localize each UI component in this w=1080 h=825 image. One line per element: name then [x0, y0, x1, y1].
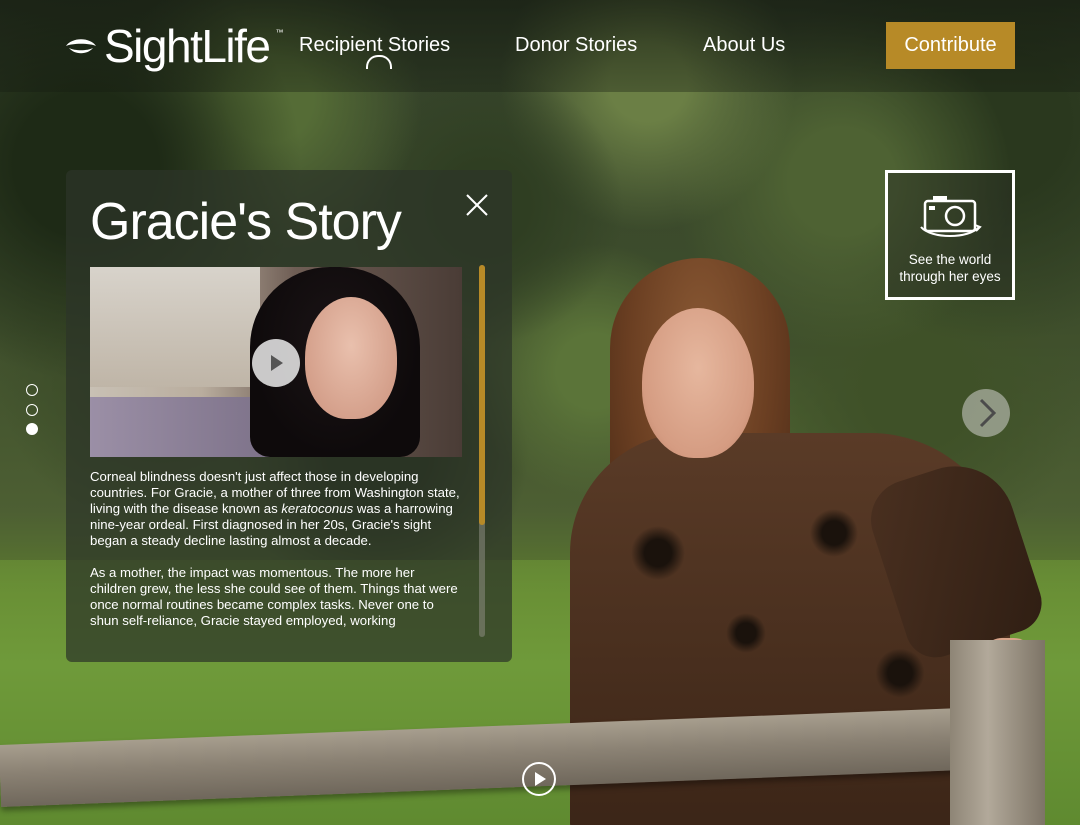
- next-slide-button[interactable]: [962, 389, 1010, 437]
- story-video[interactable]: [90, 267, 462, 457]
- story-scrollbar-thumb[interactable]: [479, 265, 485, 525]
- contribute-button[interactable]: Contribute: [886, 22, 1015, 69]
- story-paragraph-2: As a mother, the impact was momentous. T…: [90, 565, 458, 628]
- video-play-button[interactable]: [252, 339, 300, 387]
- story-paragraph-1: Corneal blindness doesn't just affect th…: [90, 469, 462, 549]
- nav-donor-stories[interactable]: Donor Stories: [515, 34, 637, 57]
- see-world-button[interactable]: See the world through her eyes: [885, 170, 1015, 300]
- story-paragraph-1-emphasis: keratoconus: [281, 501, 354, 516]
- play-circle-icon: [535, 772, 546, 786]
- play-icon: [271, 355, 283, 371]
- logo-wordmark: SightLife: [104, 20, 271, 72]
- face: [642, 308, 754, 458]
- story-text: Corneal blindness doesn't just affect th…: [90, 469, 462, 639]
- slide-dot-1[interactable]: [26, 384, 38, 396]
- fence-post: [950, 640, 1045, 825]
- story-panel: Gracie's Story Corneal blindness doesn't…: [66, 170, 512, 662]
- nav-about-us[interactable]: About Us: [703, 34, 785, 57]
- slide-dot-2[interactable]: [26, 404, 38, 416]
- active-nav-indicator: [366, 55, 392, 69]
- sightlife-logo[interactable]: SightLife ™: [64, 20, 284, 72]
- slide-dot-3-active[interactable]: [26, 423, 38, 435]
- bottom-play-button[interactable]: [522, 762, 556, 796]
- see-world-line-2: through her eyes: [899, 269, 1001, 284]
- video-wall: [90, 267, 260, 387]
- chevron-right-icon: [979, 398, 997, 428]
- nav-recipient-stories[interactable]: Recipient Stories: [299, 34, 450, 57]
- camera-icon: [920, 196, 982, 237]
- video-subject-face: [305, 297, 397, 419]
- close-icon[interactable]: [464, 192, 490, 218]
- see-world-line-1: See the world: [908, 252, 992, 267]
- see-world-label: See the world through her eyes: [888, 251, 1012, 285]
- eye-logo-icon: [66, 39, 96, 54]
- logo-trademark: ™: [275, 28, 284, 37]
- story-title: Gracie's Story: [90, 193, 402, 251]
- site-header: SightLife ™ Recipient Stories Donor Stor…: [0, 0, 1080, 92]
